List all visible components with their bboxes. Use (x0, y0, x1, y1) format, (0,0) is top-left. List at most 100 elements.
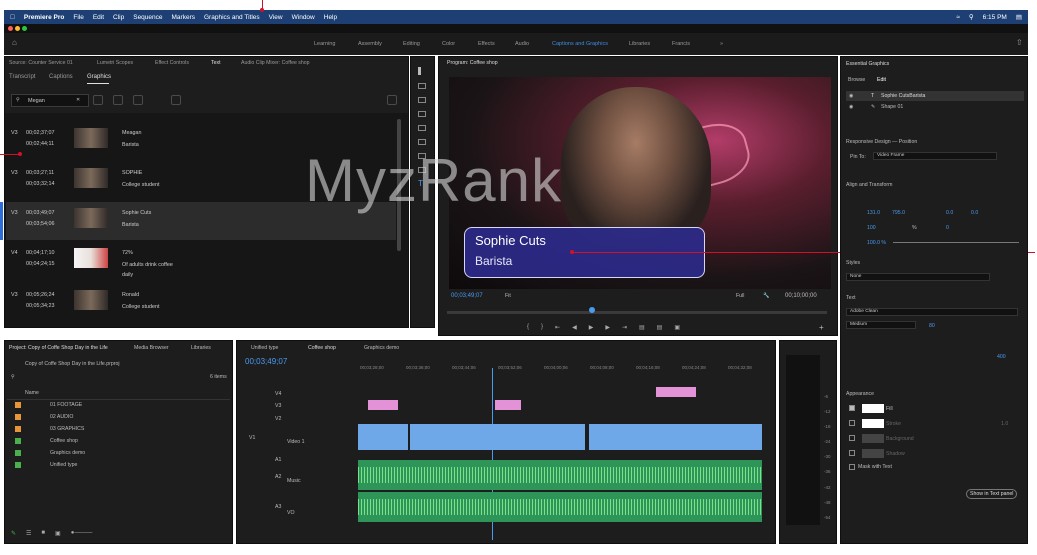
resolution-dropdown[interactable]: Full (736, 293, 744, 299)
menu-clip[interactable]: Clip (113, 14, 124, 21)
opacity-value[interactable]: 100.0 % (867, 240, 886, 246)
track-v3[interactable]: V3 (275, 403, 281, 409)
next-result-button[interactable] (113, 95, 123, 105)
workspace-captions-graphics[interactable]: Captions and Graphics (552, 41, 608, 47)
program-title[interactable]: Program: Coffee shop (447, 60, 498, 66)
shadow-swatch[interactable] (862, 449, 884, 458)
menu-graphics[interactable]: Graphics and Titles (204, 14, 260, 21)
time-ruler[interactable]: 00;03;28;00 00;03;36;00 00;03;44;06 00;0… (357, 359, 767, 373)
program-timecode[interactable]: 00;03;49;07 (451, 293, 483, 299)
workspace-editing[interactable]: Editing (403, 41, 420, 47)
step-back-icon[interactable]: ◀ (572, 324, 577, 332)
tab-text[interactable]: Text (211, 60, 221, 66)
rotation-value[interactable]: 0 (946, 225, 949, 231)
filter-icon[interactable] (171, 95, 181, 105)
stroke-width-value[interactable]: 1.0 (1001, 421, 1008, 427)
stroke-checkbox[interactable] (849, 420, 855, 426)
style-dropdown[interactable]: None (846, 273, 990, 281)
freeform-view-icon[interactable]: ▣ (55, 530, 61, 540)
eye-icon[interactable]: ◉ (849, 104, 854, 110)
workspace-audio[interactable]: Audio (515, 41, 529, 47)
tab-edit[interactable]: Edit (877, 77, 886, 83)
tab-graphics-demo[interactable]: Graphics demo (364, 345, 399, 351)
project-item-graphics-demo[interactable]: Graphics demo (50, 450, 85, 456)
wrench-icon[interactable]: 🔧 (763, 293, 769, 299)
list-view-icon[interactable]: ☰ (26, 530, 31, 540)
tab-source[interactable]: Source: Counter Service 01 (9, 60, 73, 66)
show-in-text-panel-button[interactable]: Show in Text panel (966, 489, 1018, 499)
tab-libraries[interactable]: Libraries (191, 345, 211, 351)
pen-tool-icon[interactable] (418, 139, 426, 145)
selection-tool-icon[interactable] (418, 67, 426, 75)
go-to-in-icon[interactable]: ⇤ (555, 324, 560, 332)
position-x[interactable]: 131.0 (867, 210, 880, 216)
project-item-footage[interactable]: 01 FOOTAGE (50, 402, 82, 408)
icon-view-icon[interactable]: ■ (41, 530, 45, 540)
clear-search-icon[interactable]: ✕ (76, 97, 80, 103)
project-item-audio[interactable]: 02 AUDIO (50, 414, 73, 420)
track-a3[interactable]: A3 (275, 504, 281, 510)
tracking-value[interactable]: 400 (997, 354, 1006, 360)
audio-clip-vo[interactable] (358, 492, 762, 522)
ripple-edit-icon[interactable] (418, 97, 426, 103)
zoom-slider[interactable]: ●——— (71, 530, 93, 540)
track-a1[interactable]: A1 (275, 457, 281, 463)
play-icon[interactable]: ▶ (589, 324, 594, 332)
workspace-learning[interactable]: Learning (314, 41, 335, 47)
step-forward-icon[interactable]: ▶ (605, 324, 610, 332)
track-v1[interactable]: V1 (249, 435, 255, 441)
add-button-icon[interactable]: + (819, 323, 824, 332)
tab-lumetri-scopes[interactable]: Lumetri Scopes (97, 60, 133, 66)
background-checkbox[interactable] (849, 435, 855, 441)
workspace-assembly[interactable]: Assembly (358, 41, 382, 47)
audio-clip-music[interactable] (358, 460, 762, 490)
track-select-icon[interactable] (418, 83, 426, 89)
anchor-y[interactable]: 0.0 (971, 210, 978, 216)
position-y[interactable]: 795.0 (892, 210, 905, 216)
project-item-coffee-shop[interactable]: Coffee shop (50, 438, 78, 444)
font-weight-dropdown[interactable]: Medium (846, 321, 916, 329)
close-window-button[interactable] (8, 26, 13, 31)
graphic-clip[interactable] (656, 387, 696, 397)
eye-icon[interactable]: ◉ (849, 93, 854, 99)
menu-file[interactable]: File (73, 14, 83, 21)
stroke-swatch[interactable] (862, 419, 884, 428)
mark-in-icon[interactable]: { (527, 324, 529, 332)
lift-icon[interactable]: ▤ (639, 324, 645, 332)
timeline-timecode[interactable]: 00;03;49;07 (245, 357, 287, 366)
project-item-unified-type[interactable]: Unified type (50, 462, 77, 468)
app-menu[interactable]: Premiere Pro (24, 14, 64, 21)
tab-coffee-shop[interactable]: Coffee shop (308, 345, 336, 351)
tab-graphics[interactable]: Graphics (87, 74, 111, 80)
font-dropdown[interactable]: Adobe Clean (846, 308, 1018, 316)
workspace-color[interactable]: Color (442, 41, 455, 47)
razor-tool-icon[interactable] (418, 111, 426, 117)
workspace-libraries[interactable]: Libraries (629, 41, 650, 47)
font-size-value[interactable]: 80 (929, 323, 935, 329)
share-icon[interactable]: ⇧ (1016, 38, 1023, 47)
graphic-clip[interactable] (495, 400, 521, 410)
graphic-clip[interactable] (368, 400, 398, 410)
menu-help[interactable]: Help (324, 14, 337, 21)
mask-checkbox[interactable] (849, 464, 855, 470)
tab-media-browser[interactable]: Media Browser (134, 345, 169, 351)
more-workspaces-icon[interactable]: » (720, 41, 723, 47)
mark-out-icon[interactable]: } (541, 324, 543, 332)
zoom-window-button[interactable] (22, 26, 27, 31)
control-center-icon[interactable]: ▤ (1016, 13, 1022, 21)
minimize-window-button[interactable] (15, 26, 20, 31)
essential-graphics-title[interactable]: Essential Graphics (846, 61, 889, 67)
track-a2[interactable]: A2 (275, 474, 281, 480)
tab-audio-clip-mixer[interactable]: Audio Clip Mixer: Coffee shop (241, 60, 310, 66)
fill-checkbox[interactable] (849, 405, 855, 411)
video-clip[interactable] (410, 424, 585, 450)
fill-swatch[interactable] (862, 404, 884, 413)
scrubber-handle[interactable] (589, 307, 595, 313)
track-v4[interactable]: V4 (275, 391, 281, 397)
list-item[interactable]: V3 00;05;26;24 00;05;34;23 Ronald College… (6, 284, 396, 322)
tab-browse[interactable]: Browse (848, 77, 865, 83)
menu-window[interactable]: Window (292, 14, 315, 21)
tab-unified-type[interactable]: Unified type (251, 345, 278, 351)
tab-effect-controls[interactable]: Effect Controls (155, 60, 189, 66)
shadow-checkbox[interactable] (849, 450, 855, 456)
